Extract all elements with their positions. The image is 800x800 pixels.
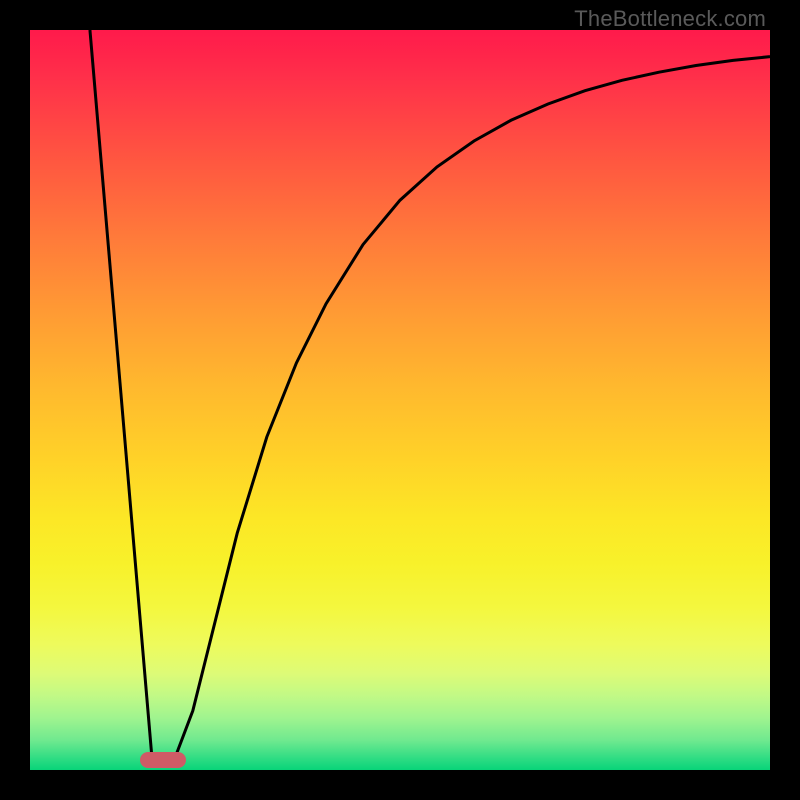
plot-area <box>30 30 770 770</box>
chart-frame: TheBottleneck.com <box>0 0 800 800</box>
curve-left-branch <box>90 30 152 760</box>
optimal-point-marker <box>140 752 186 768</box>
curve-right-branch <box>174 57 770 760</box>
chart-lines <box>30 30 770 770</box>
watermark-text: TheBottleneck.com <box>574 6 766 32</box>
